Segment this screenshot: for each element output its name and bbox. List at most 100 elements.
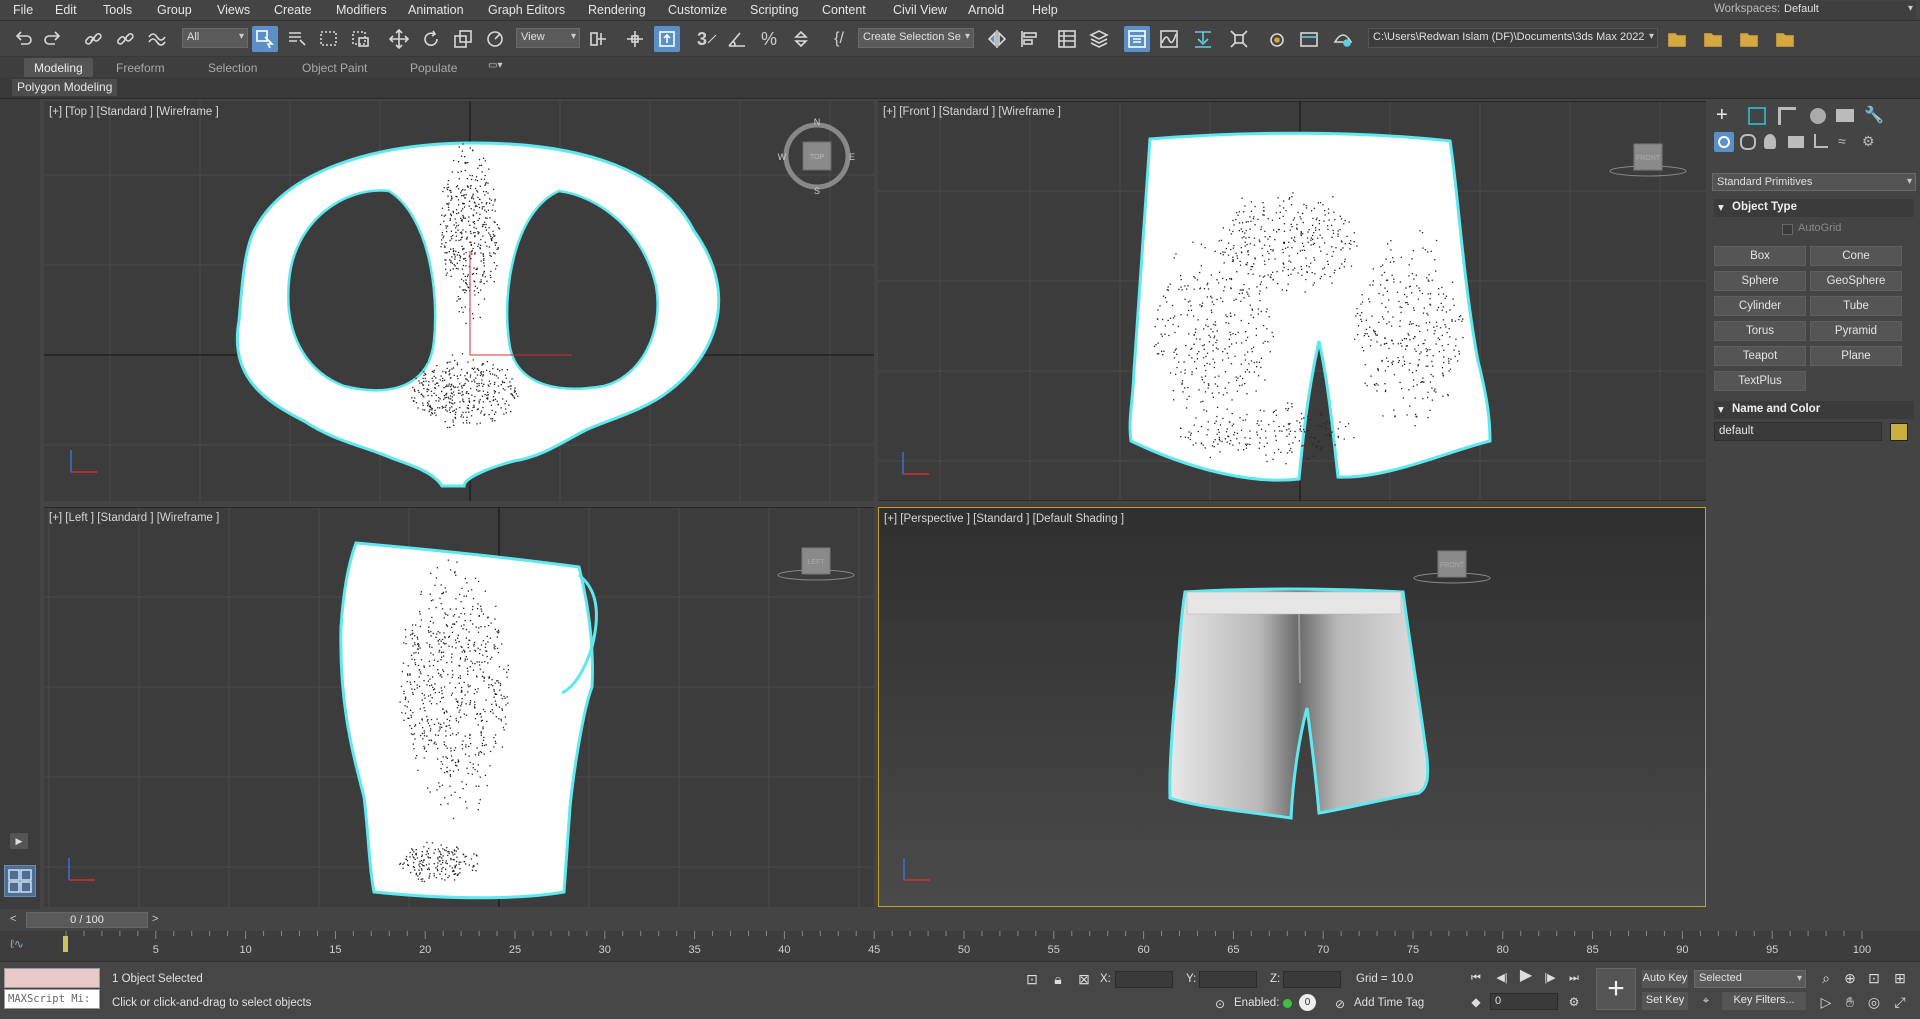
layer-explorer-icon[interactable] (1086, 26, 1112, 52)
unlink-icon[interactable] (112, 26, 138, 52)
adaptive-degradation-icon[interactable]: ⊙ (1210, 994, 1230, 1014)
render-setup-icon[interactable] (1264, 26, 1290, 52)
key-filters-button[interactable]: Key Filters... (1722, 992, 1806, 1010)
hierarchy-tab-icon[interactable] (1778, 107, 1796, 125)
enabled-indicator[interactable] (1283, 999, 1292, 1008)
menu-file[interactable]: File (13, 3, 33, 17)
key-selection-dropdown[interactable]: Selected (1694, 970, 1806, 988)
object-name-input[interactable]: default (1714, 422, 1882, 441)
viewport-front-label[interactable]: [+] [Front ] [Standard ] [Wireframe ] (883, 106, 1061, 118)
rotate-icon[interactable] (418, 26, 444, 52)
geometry-icon[interactable] (1714, 132, 1734, 152)
bind-spacewarp-icon[interactable] (144, 26, 170, 52)
time-slider[interactable]: 0 / 100 (26, 912, 148, 928)
ribbon-toggle-icon[interactable] (1124, 26, 1150, 52)
menu-tools[interactable]: Tools (103, 3, 132, 17)
shapes-icon[interactable] (1740, 134, 1756, 150)
tab-modeling[interactable]: Modeling (24, 58, 93, 77)
cylinder-button[interactable]: Cylinder (1714, 296, 1806, 316)
menu-animation[interactable]: Animation (408, 3, 464, 17)
autogrid-checkbox[interactable] (1782, 224, 1793, 235)
scale-icon[interactable] (450, 26, 476, 52)
y-coordinate-field[interactable] (1199, 971, 1257, 988)
menu-edit[interactable]: Edit (55, 3, 77, 17)
window-crossing-icon[interactable] (348, 26, 374, 52)
viewport-left[interactable]: LEFT [+] [Left ] [Standard ] [Wireframe … (44, 507, 874, 907)
key-filters-icon[interactable]: ⌖ (1696, 991, 1716, 1011)
cone-button[interactable]: Cone (1810, 246, 1902, 266)
add-time-tag[interactable]: Add Time Tag (1354, 997, 1424, 1009)
primitive-category-dropdown[interactable]: Standard Primitives (1712, 173, 1916, 191)
menu-views[interactable]: Views (217, 3, 250, 17)
set-keys-icon[interactable]: + (1596, 968, 1636, 1010)
time-next-icon[interactable]: > (152, 913, 166, 928)
next-frame-icon[interactable]: |▶ (1540, 968, 1560, 988)
rendered-frame-window-icon[interactable] (1296, 26, 1322, 52)
viewport-top[interactable]: TOP N S E W [+] [Top ] [Standard ] [Wirefram… (44, 101, 874, 501)
time-prev-icon[interactable]: < (10, 913, 24, 928)
reference-coordinate-dropdown[interactable]: View (516, 28, 580, 48)
zoom-extents-icon[interactable]: ⊡ (1864, 968, 1884, 988)
render-production-icon[interactable] (1330, 26, 1356, 52)
viewport-left-label[interactable]: [+] [Left ] [Standard ] [Wireframe ] (49, 512, 219, 524)
geosphere-button[interactable]: GeoSphere (1810, 271, 1902, 291)
tab-populate[interactable]: Populate (400, 58, 467, 77)
set-project-folder-icon[interactable] (1736, 26, 1762, 52)
menu-scripting[interactable]: Scripting (750, 3, 799, 17)
tab-freeform[interactable]: Freeform (106, 58, 175, 77)
menu-help[interactable]: Help (1032, 3, 1058, 17)
systems-icon[interactable]: ⚙ (1862, 133, 1880, 151)
keyboard-shortcut-toggle-icon[interactable] (654, 26, 680, 52)
selection-filter-dropdown[interactable]: All (182, 28, 248, 48)
helpers-icon[interactable] (1814, 134, 1828, 148)
x-coordinate-field[interactable] (1115, 971, 1173, 988)
curve-editor-icon[interactable] (1156, 26, 1182, 52)
undo-icon[interactable] (10, 26, 36, 52)
project-folder-icon[interactable] (1664, 26, 1690, 52)
spacewarps-icon[interactable]: ≈ (1838, 133, 1856, 151)
viewport-perspective[interactable]: FRONT [+] [Perspective ] [Standard ] [De… (878, 507, 1706, 907)
menu-arnold[interactable]: Arnold (968, 3, 1004, 17)
material-editor-icon[interactable] (1226, 26, 1252, 52)
menu-rendering[interactable]: Rendering (588, 3, 646, 17)
spinner-snap-icon[interactable] (788, 26, 814, 52)
maxscript-mini-listener[interactable]: MAXScript Mi: (4, 989, 100, 1009)
field-of-view-icon[interactable]: ▷ (1816, 992, 1836, 1012)
selection-lock-icon[interactable]: 🔒︎ (1048, 969, 1068, 989)
textplus-button[interactable]: TextPlus (1714, 371, 1806, 391)
zoom-icon[interactable]: ⌕ (1816, 968, 1836, 988)
track-bar[interactable]: ℓ∿ 5 10 15 20 25 30 35 40 45 50 55 60 65 70 75 80 85 90 95… (0, 931, 1920, 961)
object-color-swatch[interactable] (1890, 423, 1908, 441)
tab-object-paint[interactable]: Object Paint (292, 58, 377, 77)
align-icon[interactable] (1016, 26, 1042, 52)
play-icon[interactable]: ▶ (1516, 966, 1536, 986)
named-selection-dropdown[interactable]: Create Selection Se (858, 28, 974, 48)
maximize-viewport-icon[interactable]: ⤢ (1890, 992, 1910, 1012)
current-frame-field[interactable]: 0 (1490, 993, 1558, 1010)
menu-graph-editors[interactable]: Graph Editors (488, 3, 565, 17)
z-coordinate-field[interactable] (1283, 971, 1341, 988)
modify-tab-icon[interactable] (1748, 107, 1766, 125)
viewport-layout-icon[interactable] (4, 865, 36, 897)
teapot-button[interactable]: Teapot (1714, 346, 1806, 366)
set-key-button[interactable]: Set Key (1642, 992, 1688, 1010)
goto-start-icon[interactable]: ⏮ (1466, 968, 1486, 988)
menu-content[interactable]: Content (822, 3, 866, 17)
cameras-icon[interactable] (1788, 136, 1804, 148)
mirror-icon[interactable] (984, 26, 1010, 52)
link-icon[interactable] (80, 26, 106, 52)
viewport-perspective-label[interactable]: [+] [Perspective ] [Standard ] [Default … (884, 513, 1124, 525)
lights-icon[interactable] (1764, 134, 1776, 149)
folder-settings-icon[interactable] (1772, 26, 1798, 52)
scene-explorer-icon[interactable] (1054, 26, 1080, 52)
pan-view-icon[interactable]: ✋︎ (1840, 992, 1860, 1012)
create-tab-icon[interactable]: + (1716, 105, 1738, 127)
time-tag-icon[interactable]: ⊘ (1330, 994, 1350, 1014)
snaps-toggle-icon[interactable]: 3 (692, 26, 722, 52)
pyramid-button[interactable]: Pyramid (1810, 321, 1902, 341)
utilities-tab-icon[interactable]: 🔧 (1864, 105, 1884, 125)
redo-icon[interactable] (40, 26, 66, 52)
tube-button[interactable]: Tube (1810, 296, 1902, 316)
open-folder-icon[interactable] (1700, 26, 1726, 52)
move-icon[interactable] (386, 26, 412, 52)
